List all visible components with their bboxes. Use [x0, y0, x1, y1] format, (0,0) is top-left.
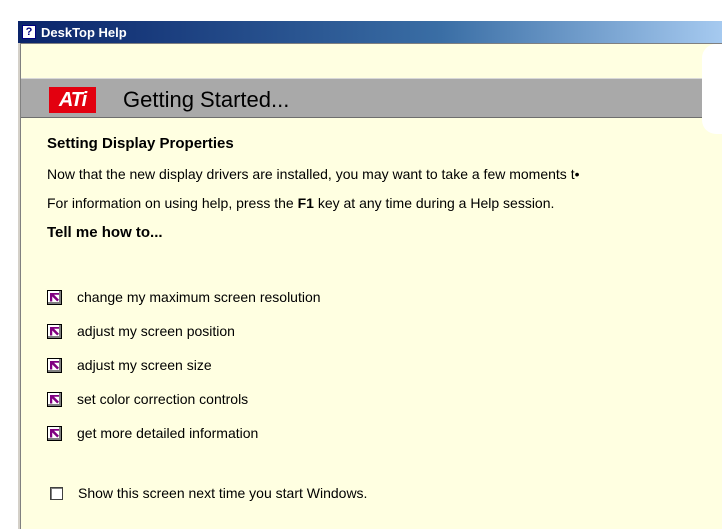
startup-checkbox-label[interactable]: Show this screen next time you start Win… [78, 485, 367, 501]
title-bar[interactable]: ? DeskTop Help [18, 21, 722, 43]
startup-checkbox[interactable] [50, 486, 63, 500]
help-links-list: change my maximum screen resolution adju… [47, 280, 321, 450]
link-detailed-info[interactable]: get more detailed information [47, 416, 321, 450]
help-paragraph: For information on using help, press the… [47, 195, 722, 211]
page-title: Getting Started... [123, 87, 290, 112]
ati-logo: ATi [49, 87, 96, 113]
startup-checkbox-row[interactable]: Show this screen next time you start Win… [50, 485, 367, 501]
help-book-icon: ? [22, 25, 36, 39]
link-adjust-size[interactable]: adjust my screen size [47, 348, 321, 382]
jump-arrow-icon[interactable] [47, 357, 62, 373]
help-window: ? DeskTop Help ATi Getting Started... Se… [17, 20, 722, 529]
jump-arrow-icon[interactable] [47, 425, 62, 441]
link-label[interactable]: adjust my screen size [77, 357, 212, 373]
link-label[interactable]: adjust my screen position [77, 323, 235, 339]
link-label[interactable]: set color correction controls [77, 391, 248, 407]
help-text-prefix: For information on using help, press the [47, 195, 294, 211]
header-banner: ATi Getting Started... [21, 44, 722, 134]
intro-paragraph: Now that the new display drivers are ins… [47, 166, 580, 182]
help-key: F1 [297, 195, 314, 211]
link-label[interactable]: change my maximum screen resolution [77, 289, 321, 305]
jump-arrow-icon[interactable] [47, 391, 62, 407]
jump-arrow-icon[interactable] [47, 289, 62, 305]
link-change-resolution[interactable]: change my maximum screen resolution [47, 280, 321, 314]
help-text-suffix: key at any time during a Help session. [317, 195, 555, 211]
banner-curve [702, 44, 722, 134]
jump-arrow-icon[interactable] [47, 323, 62, 339]
content-body: Setting Display Properties Now that the … [47, 135, 722, 241]
section-title: Setting Display Properties [47, 135, 234, 152]
tell-me-heading: Tell me how to... [47, 224, 163, 241]
window-title: DeskTop Help [41, 24, 127, 40]
ati-logo-text: ATi [58, 88, 87, 111]
link-label[interactable]: get more detailed information [77, 425, 258, 441]
link-color-correction[interactable]: set color correction controls [47, 382, 321, 416]
link-adjust-position[interactable]: adjust my screen position [47, 314, 321, 348]
